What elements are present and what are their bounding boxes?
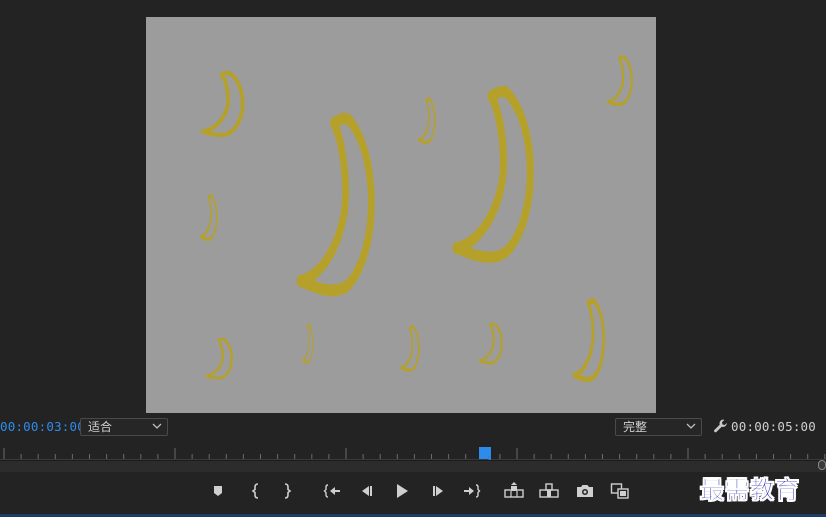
moon-bottom-center <box>399 325 421 372</box>
moon-medium-top-right <box>606 55 634 107</box>
mark-in-icon[interactable] <box>246 481 266 501</box>
wrench-icon[interactable] <box>713 418 729 434</box>
moon-bottom-center-right <box>478 322 504 365</box>
moon-bottom-left <box>205 337 234 380</box>
moon-large-left <box>300 119 371 291</box>
video-frame <box>199 55 634 413</box>
mark-out-icon[interactable] <box>277 481 297 501</box>
watermark-logo: 最需教育 <box>700 475 800 504</box>
time-ruler[interactable] <box>0 446 826 460</box>
playback-resolution-value: 完整 <box>623 420 648 434</box>
zoom-level-dropdown[interactable]: 适合 <box>80 418 168 436</box>
zoom-level-value: 适合 <box>88 420 113 434</box>
go-to-in-icon[interactable] <box>322 481 342 501</box>
duration-timecode: 00:00:05:00 <box>731 419 816 434</box>
play-icon[interactable] <box>392 481 412 501</box>
camera-icon[interactable] <box>575 481 595 501</box>
playback-resolution-dropdown[interactable]: 完整 <box>615 418 702 436</box>
go-to-out-icon[interactable] <box>462 481 482 501</box>
moon-small-top-center <box>417 97 437 144</box>
lift-icon[interactable] <box>504 481 524 501</box>
compare-view-icon[interactable] <box>610 481 630 501</box>
current-timecode[interactable]: 00:00:03:00 <box>0 419 85 434</box>
video-preview[interactable] <box>146 17 656 413</box>
moon-small-left <box>199 194 219 241</box>
chevron-down-icon <box>152 423 162 429</box>
moon-bottom-tiny <box>301 323 315 364</box>
program-monitor: 00:00:03:00 适合 完整 00:00:05:00 最需教育 <box>0 0 826 517</box>
chevron-down-icon <box>686 423 696 429</box>
add-marker-icon[interactable] <box>208 481 228 501</box>
step-back-icon[interactable] <box>357 481 377 501</box>
extract-icon[interactable] <box>539 481 559 501</box>
zoom-scroll-handle[interactable] <box>818 460 826 470</box>
playhead-marker-icon[interactable] <box>478 446 494 462</box>
moon-large-right <box>456 92 530 258</box>
moon-bottom-right <box>574 301 604 380</box>
moon-medium-top-left <box>203 73 243 135</box>
step-forward-icon[interactable] <box>428 481 448 501</box>
